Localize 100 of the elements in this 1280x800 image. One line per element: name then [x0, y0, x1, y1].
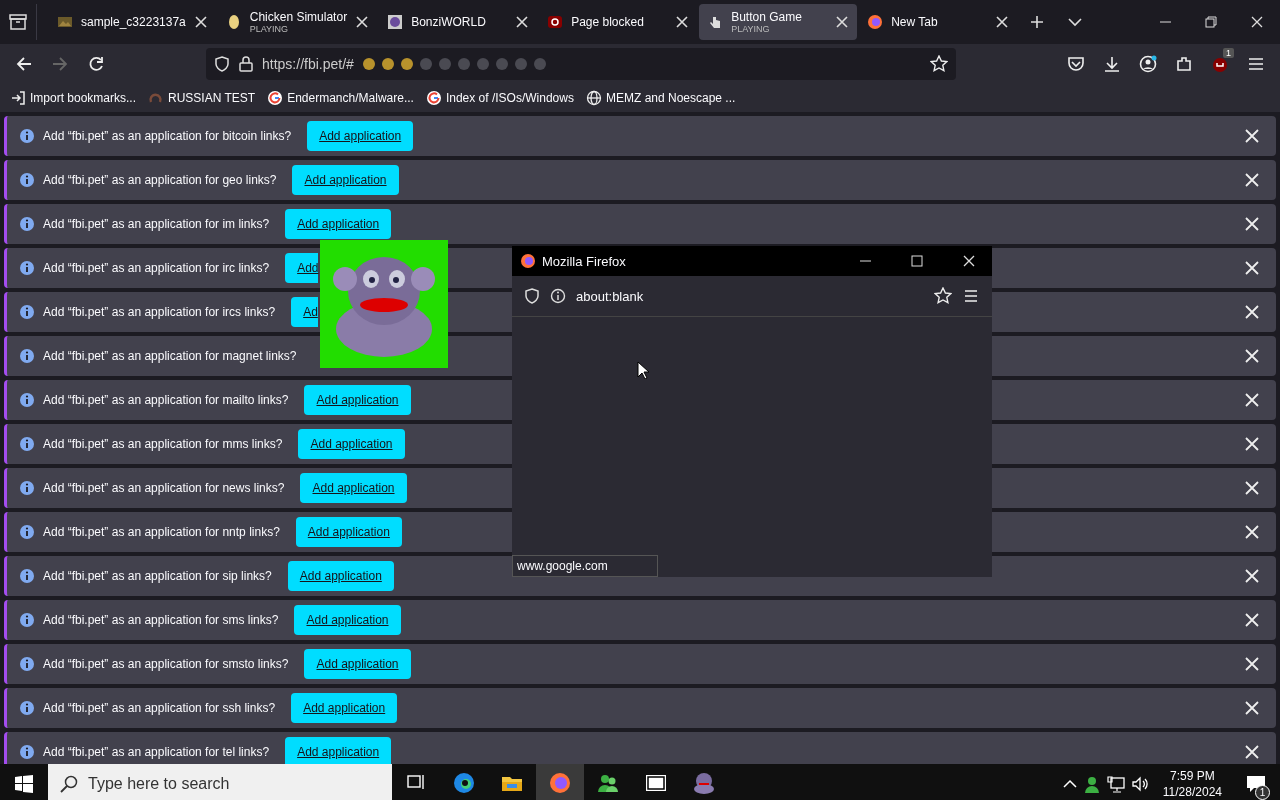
add-application-button[interactable]: Add application	[285, 737, 392, 764]
date-text: 11/28/2024	[1162, 784, 1222, 800]
extension-icon[interactable]	[1211, 55, 1229, 73]
network-icon[interactable]	[1106, 775, 1125, 793]
creature-icon	[693, 772, 715, 794]
close-icon[interactable]	[1244, 524, 1260, 540]
add-application-button[interactable]: Add application	[291, 693, 398, 723]
import-icon	[10, 90, 26, 106]
close-icon[interactable]	[1244, 392, 1260, 408]
extension-badge: 1	[1223, 48, 1234, 58]
notification-text: Add “fbi.pet” as an application for mailto links?	[43, 393, 289, 407]
globe-icon	[585, 90, 602, 106]
close-icon[interactable]	[675, 15, 690, 29]
cursor-icon	[637, 361, 649, 379]
puzzle-icon[interactable]	[1175, 55, 1193, 73]
bookmark[interactable]: Endermanch/Malware...	[267, 90, 414, 106]
tab[interactable]: Page blocked	[539, 4, 698, 40]
google-icon	[425, 90, 442, 106]
bookmark[interactable]: Index of /ISOs/Windows	[425, 90, 574, 106]
tab-status: PLAYING	[731, 24, 771, 34]
forward-icon[interactable]	[51, 55, 69, 73]
url-text: https://fbi.pet/#	[262, 56, 354, 72]
bookmark[interactable]: Import bookmarks...	[10, 90, 137, 106]
star-icon[interactable]	[934, 287, 952, 305]
status-text: www.google.com	[512, 555, 658, 577]
tab[interactable]: Chicken Simulator PLAYING	[217, 4, 378, 40]
people-icon[interactable]	[1082, 775, 1101, 793]
add-application-button[interactable]: Add application	[300, 473, 407, 503]
firefox-icon	[867, 14, 884, 30]
close-icon	[963, 255, 975, 267]
add-application-button[interactable]: Add application	[295, 517, 402, 547]
close-icon[interactable]	[1244, 172, 1260, 188]
add-application-button[interactable]: Add application	[307, 121, 414, 151]
add-application-button[interactable]: Add application	[292, 165, 399, 195]
clock[interactable]: 7:59 PM 11/28/2024	[1154, 768, 1230, 800]
restore-icon	[1205, 16, 1217, 28]
tab-title: Page blocked	[571, 15, 645, 29]
tab-title: BonziWORLD	[411, 15, 487, 29]
notification-text: Add “fbi.pet” as an application for magnet links?	[43, 349, 297, 363]
close-icon[interactable]	[1244, 128, 1260, 144]
notification-text: Add “fbi.pet” as an application for irc links?	[43, 261, 270, 275]
close-icon[interactable]	[1244, 568, 1260, 584]
notification-text: Add “fbi.pet” as an application for sip links?	[43, 569, 272, 583]
account-icon[interactable]	[1139, 55, 1157, 73]
google-icon	[267, 90, 284, 106]
add-application-button[interactable]: Add application	[304, 649, 411, 679]
plus-icon[interactable]	[1030, 15, 1045, 29]
menu-icon[interactable]	[1247, 55, 1265, 73]
close-icon[interactable]	[1244, 436, 1260, 452]
speaker-icon[interactable]	[1130, 775, 1149, 793]
close-icon[interactable]	[1244, 656, 1260, 672]
add-application-button[interactable]: Add	[285, 253, 319, 283]
tab-title: sample_c3223137a	[81, 15, 186, 29]
add-application-button[interactable]: Add application	[298, 429, 405, 459]
info-icon	[19, 304, 35, 320]
tab[interactable]: BonziWORLD	[379, 4, 538, 40]
notification-text: Add “fbi.pet” as an application for mms links?	[43, 437, 283, 451]
add-application-button[interactable]: Add application	[285, 209, 392, 239]
close-icon[interactable]	[515, 15, 530, 29]
notification-text: Add “fbi.pet” as an application for nntp links?	[43, 525, 280, 539]
reload-icon[interactable]	[87, 55, 105, 73]
close-icon[interactable]	[1244, 700, 1260, 716]
notification-text: Add “fbi.pet” as an application for ircs links?	[43, 305, 276, 319]
close-icon[interactable]	[1244, 480, 1260, 496]
bookmark[interactable]: RUSSIAN TEST	[148, 90, 256, 106]
close-icon[interactable]	[193, 15, 208, 29]
tab-title: Chicken Simulator	[249, 10, 348, 24]
menu-icon[interactable]	[962, 287, 980, 305]
add-application-button[interactable]: Add application	[287, 561, 394, 591]
close-icon[interactable]	[355, 15, 370, 29]
tab[interactable]: sample_c3223137a	[49, 4, 216, 40]
close-icon[interactable]	[835, 15, 850, 29]
download-icon[interactable]	[1103, 55, 1121, 73]
search-field[interactable]: Type here to search	[48, 764, 392, 800]
close-icon[interactable]	[1244, 216, 1260, 232]
add-application-button[interactable]: Add application	[294, 605, 401, 635]
close-icon[interactable]	[1244, 260, 1260, 276]
info-icon	[19, 392, 35, 408]
chevron-down-icon[interactable]	[1068, 15, 1083, 29]
bookmark[interactable]: MEMZ and Noescape ...	[585, 90, 736, 106]
info-icon	[19, 436, 35, 452]
tab[interactable]: Button Game PLAYING	[699, 4, 858, 40]
info-icon	[19, 172, 35, 188]
close-icon[interactable]	[1244, 304, 1260, 320]
tab[interactable]: New Tab	[859, 4, 1018, 40]
add-application-button[interactable]: Ad	[291, 297, 318, 327]
tray-icon	[9, 14, 27, 30]
url-text: about:blank	[576, 288, 645, 304]
close-icon[interactable]	[995, 15, 1010, 29]
add-application-button[interactable]: Add application	[304, 385, 411, 415]
back-icon[interactable]	[15, 55, 33, 73]
notification-text: Add “fbi.pet” as an application for ssh links?	[43, 701, 276, 715]
close-icon[interactable]	[1244, 612, 1260, 628]
address-bar[interactable]: https://fbi.pet/#	[206, 48, 956, 80]
star-icon[interactable]	[930, 55, 948, 73]
pocket-icon[interactable]	[1067, 55, 1085, 73]
maximize-icon	[911, 255, 923, 267]
close-icon[interactable]	[1244, 348, 1260, 364]
close-icon[interactable]	[1244, 744, 1260, 760]
info-icon	[19, 348, 35, 364]
